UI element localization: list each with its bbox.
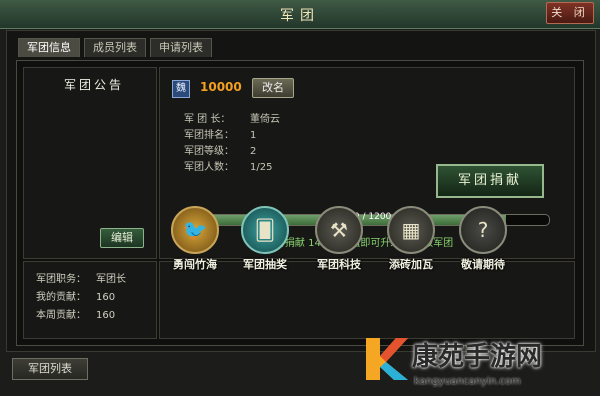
nation-badge-icon: 魏 — [172, 80, 190, 98]
level-label: 军团等级： — [184, 146, 234, 157]
rename-button[interactable]: 改名 — [252, 78, 294, 98]
legion-funds: 10000 — [200, 80, 242, 94]
bricks-icon: ▦ — [387, 206, 435, 254]
weekly-value: 160 — [96, 310, 116, 321]
legion-info-frame: 军团公告 编辑 魏 10000 改名 军 团 长： 董倚云 军团排名： 1 军团等级… — [16, 60, 584, 346]
rank-label: 军团排名： — [184, 130, 234, 141]
feature-label: 军团抽奖 — [243, 258, 287, 271]
tab-bar: 军团信息 成员列表 申请列表 — [18, 38, 212, 57]
cards-icon: 🂠 — [241, 206, 289, 254]
weekly-row: 本周贡献： 160 — [36, 306, 115, 321]
window-title: 军团 — [280, 8, 320, 24]
watermark-url: kangyuancanyin.com — [414, 376, 521, 387]
feature-technology[interactable]: ⚒ 军团科技 — [304, 206, 374, 272]
post-row: 军团职务： 军团长 — [36, 270, 126, 285]
feature-box — [159, 261, 575, 339]
feature-build[interactable]: ▦ 添砖加瓦 — [376, 206, 446, 272]
close-button[interactable]: 关 闭 — [546, 2, 594, 24]
watermark: 康苑手游网 kangyuancanyin.com — [360, 332, 596, 392]
tab-legion-info[interactable]: 军团信息 — [18, 38, 80, 57]
feature-coming-soon: ? 敬请期待 — [448, 206, 518, 272]
donate-button[interactable]: 军团捐献 — [436, 164, 544, 198]
members-value: 1/25 — [250, 162, 273, 173]
feature-label: 军团科技 — [317, 258, 361, 271]
watermark-title: 康苑手游网 — [412, 342, 543, 372]
tab-application-list[interactable]: 申请列表 — [150, 38, 212, 57]
leader-value: 董倚云 — [250, 114, 280, 125]
members-row: 军团人数： 1/25 — [184, 158, 272, 173]
feature-lottery[interactable]: 🂠 军团抽奖 — [230, 206, 300, 272]
contribution-row: 我的贡献： 160 — [36, 288, 115, 303]
members-label: 军团人数： — [184, 162, 234, 173]
announcement-box: 军团公告 编辑 — [23, 67, 157, 259]
leader-label: 军 团 长： — [184, 114, 231, 125]
edit-announcement-button[interactable]: 编辑 — [100, 228, 144, 248]
feature-label: 勇闯竹海 — [173, 258, 217, 271]
watermark-logo-icon — [366, 338, 408, 380]
rank-row: 军团排名： 1 — [184, 126, 256, 141]
leader-row: 军 团 长： 董倚云 — [184, 110, 280, 125]
feature-label: 添砖加瓦 — [389, 258, 433, 271]
feature-label: 敬请期待 — [461, 258, 505, 271]
weekly-label: 本周贡献： — [36, 310, 86, 321]
tab-member-list[interactable]: 成员列表 — [84, 38, 146, 57]
bird-icon: 🐦 — [171, 206, 219, 254]
level-value: 2 — [250, 146, 257, 157]
window-titlebar: 军团 关 闭 — [0, 0, 600, 29]
player-stats-box: 军团职务： 军团长 我的贡献： 160 本周贡献： 160 — [23, 261, 157, 339]
announcement-title: 军团公告 — [63, 78, 124, 92]
contribution-label: 我的贡献： — [36, 292, 86, 303]
hammer-icon: ⚒ — [315, 206, 363, 254]
post-value: 军团长 — [96, 274, 126, 285]
feature-bamboo-sea[interactable]: 🐦 勇闯竹海 — [160, 206, 230, 272]
level-row: 军团等级： 2 — [184, 142, 256, 157]
legion-list-button[interactable]: 军团列表 — [12, 358, 88, 380]
question-icon: ? — [459, 206, 507, 254]
rank-value: 1 — [250, 130, 257, 141]
contribution-value: 160 — [96, 292, 116, 303]
post-label: 军团职务： — [36, 274, 86, 285]
